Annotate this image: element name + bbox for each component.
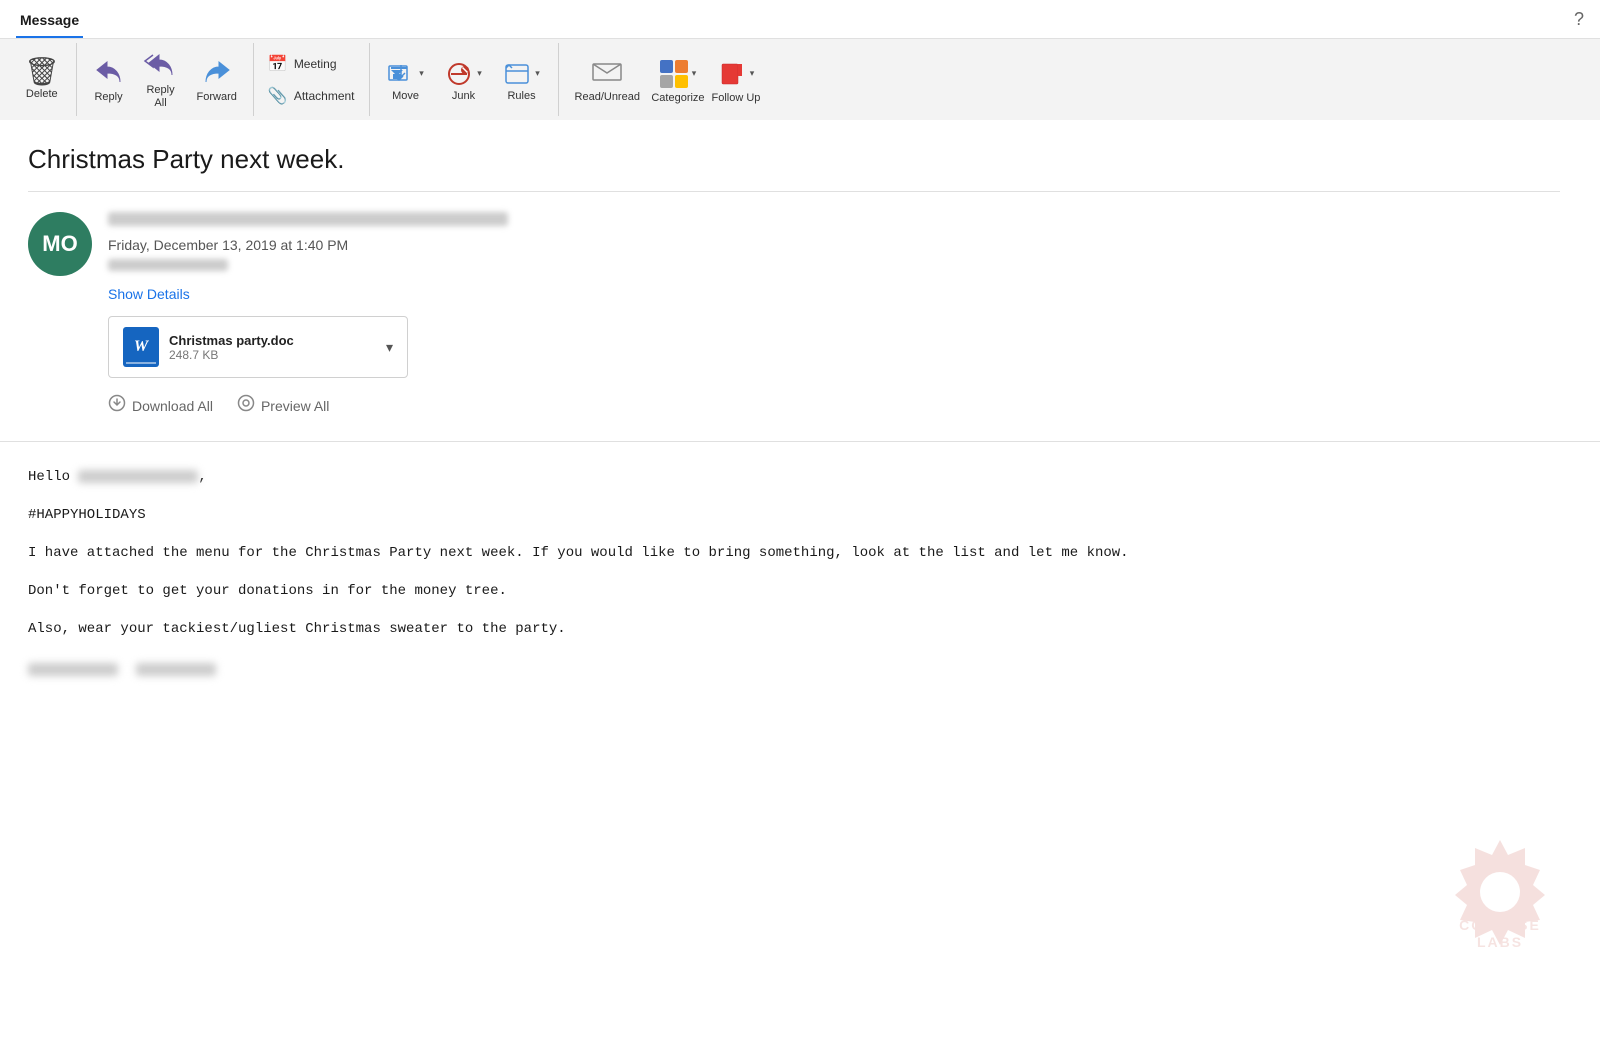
meeting-label: Meeting [294,57,337,71]
forward-label: Forward [197,91,237,104]
forward-icon [201,56,233,89]
follow-up-dropdown-arrow[interactable]: ▾ [750,68,755,79]
reply-all-label: Reply All [146,84,174,110]
email-signature-blurred [28,655,1560,686]
move-split-button: ▾ Move [378,58,434,102]
rules-label: Rules [507,90,535,102]
attachment-box[interactable]: W Christmas party.doc 248.7 KB ▾ [108,316,408,378]
email-greeting: Hello , [28,466,1560,490]
preview-all-button[interactable]: Preview All [237,394,329,417]
categorize-split-button: ▾ Categorize [650,56,706,104]
avatar: MO [28,212,92,276]
sender-to-blurred [108,259,228,271]
preview-all-label: Preview All [261,398,329,414]
attachment-name: Christmas party.doc [169,333,376,348]
email-body-line3: Also, wear your tackiest/ugliest Christm… [28,618,1560,642]
categorize-label: Categorize [651,92,704,104]
sender-info: Friday, December 13, 2019 at 1:40 PM Sho… [108,212,1560,441]
follow-up-icon [718,60,746,88]
email-body-line1: I have attached the menu for the Christm… [28,542,1560,566]
email-body: Hello , #HAPPYHOLIDAYS I have attached t… [28,466,1560,686]
tab-message[interactable]: Message [16,6,83,38]
read-unread-label: Read/Unread [575,91,640,104]
group-move-junk-rules: ▾ Move ▾ Junk [370,43,559,116]
attachment-icon: 📎 [268,86,288,106]
junk-button[interactable]: ▾ [437,58,490,88]
follow-up-split-button: ▾ Follow Up [708,56,764,104]
group-tags: Read/Unread ▾ Categorize [559,43,772,116]
categorize-icon [660,60,688,88]
move-label: Move [392,90,419,102]
meeting-icon: 📅 [268,54,288,74]
reply-all-button[interactable]: Reply All [135,45,187,114]
ribbon-title-bar: Message ? [0,0,1600,39]
email-content: Christmas Party next week. MO Friday, De… [0,120,1600,980]
cofense-watermark: COFENSELABS [1440,830,1560,950]
delete-label: Delete [26,88,58,101]
junk-label: Junk [452,90,475,102]
sender-date: Friday, December 13, 2019 at 1:40 PM [108,237,1560,253]
move-button[interactable]: ▾ [379,58,432,88]
move-dropdown-arrow[interactable]: ▾ [419,68,424,79]
email-divider [0,441,1600,442]
email-header: MO Friday, December 13, 2019 at 1:40 PM … [28,191,1560,441]
follow-up-label: Follow Up [712,92,761,104]
rules-icon [503,62,531,86]
group-reply: Reply Reply All Forward [77,43,254,116]
rules-split-button: ▾ Rules [494,58,550,102]
reply-icon [93,56,125,89]
attachment-info: Christmas party.doc 248.7 KB [169,333,376,362]
preview-icon [237,394,255,417]
attachment-size: 248.7 KB [169,348,376,362]
read-unread-icon [589,56,625,89]
download-all-button[interactable]: Download All [108,394,213,417]
rules-dropdown-arrow[interactable]: ▾ [535,68,540,79]
junk-icon [445,62,473,86]
body-hello: Hello [28,469,70,485]
show-details-link[interactable]: Show Details [108,286,1560,302]
forward-button[interactable]: Forward [189,52,245,108]
group-delete: 🗑 Delete [8,43,77,116]
email-hashtag: #HAPPYHOLIDAYS [28,504,1560,528]
sender-name-blurred [108,212,508,226]
move-icon [387,62,415,86]
reply-all-icon [143,49,179,82]
reply-label: Reply [94,91,122,104]
follow-up-button[interactable]: ▾ [710,56,763,90]
categorize-dropdown-arrow[interactable]: ▾ [692,68,697,79]
word-label: W [134,338,148,356]
reply-button[interactable]: Reply [85,52,133,108]
avatar-initials: MO [42,231,77,257]
email-subject: Christmas Party next week. [28,144,1560,175]
attachment-dropdown-arrow[interactable]: ▾ [386,339,393,356]
delete-button[interactable]: 🗑 Delete [16,54,68,105]
categorize-button[interactable]: ▾ [652,56,705,90]
email-body-line2: Don't forget to get your donations in fo… [28,580,1560,604]
cofense-brand-text: COFENSELABS [1459,917,1541,951]
attachment-actions: Download All Preview All [108,394,1560,417]
junk-dropdown-arrow[interactable]: ▾ [477,68,482,79]
download-all-label: Download All [132,398,213,414]
meeting-button[interactable]: 📅 Meeting [262,50,361,78]
junk-split-button: ▾ Junk [436,58,492,102]
help-icon[interactable]: ? [1574,9,1584,38]
ribbon-toolbar: 🗑 Delete Reply Reply All [0,39,1600,120]
read-unread-button[interactable]: Read/Unread [567,52,648,108]
recipient-name-blurred [78,470,198,483]
attachment-label: Attachment [294,89,355,103]
attachment-button[interactable]: 📎 Attachment [262,82,361,110]
download-icon [108,394,126,417]
word-icon: W [123,327,159,367]
group-meeting-attachment: 📅 Meeting 📎 Attachment [254,43,370,116]
delete-icon: 🗑 [24,58,60,86]
rules-button[interactable]: ▾ [495,58,548,88]
